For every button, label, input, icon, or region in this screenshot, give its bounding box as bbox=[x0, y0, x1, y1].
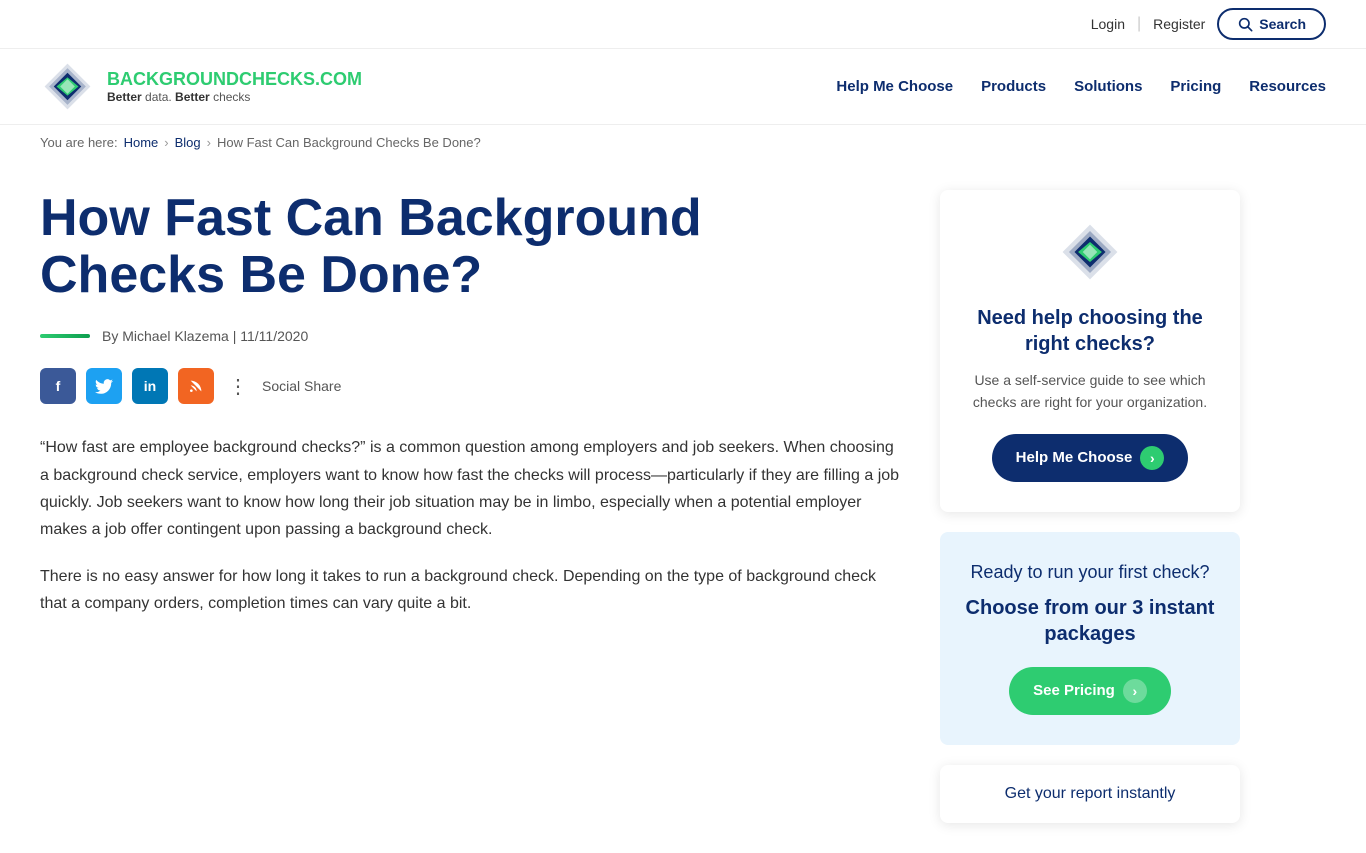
logo-text: BACKGROUNDCHECKS.COM Better data. Better… bbox=[107, 69, 362, 104]
chevron-icon-2: › bbox=[207, 135, 211, 150]
sidebar-card-pricing: Ready to run your first check? Choose fr… bbox=[940, 532, 1240, 745]
article: How Fast Can Background Checks Be Done? … bbox=[40, 190, 900, 823]
logo-icon bbox=[40, 59, 95, 114]
sidebar-card2-heading: Choose from our 3 instant packages bbox=[964, 595, 1216, 647]
top-bar: Login | Register Search bbox=[0, 0, 1366, 49]
facebook-share-button[interactable]: f bbox=[40, 368, 76, 404]
search-button[interactable]: Search bbox=[1217, 8, 1326, 40]
header: BACKGROUNDCHECKS.COM Better data. Better… bbox=[0, 49, 1366, 125]
sidebar-card1-body: Use a self-service guide to see which ch… bbox=[964, 369, 1216, 414]
linkedin-share-button[interactable]: in bbox=[132, 368, 168, 404]
chevron-icon: › bbox=[164, 135, 168, 150]
twitter-share-button[interactable] bbox=[86, 368, 122, 404]
rss-icon bbox=[188, 378, 204, 394]
article-meta-text: By Michael Klazema | 11/11/2020 bbox=[102, 328, 308, 344]
nav-resources[interactable]: Resources bbox=[1249, 78, 1326, 95]
nav-help-me-choose[interactable]: Help Me Choose bbox=[836, 78, 953, 95]
social-share-label: Social Share bbox=[262, 378, 341, 394]
nav-solutions[interactable]: Solutions bbox=[1074, 78, 1142, 95]
see-pricing-label: See Pricing bbox=[1033, 682, 1115, 699]
rss-share-button[interactable] bbox=[178, 368, 214, 404]
social-share: f in ⋮ Social Share bbox=[40, 368, 900, 404]
breadcrumb-blog[interactable]: Blog bbox=[175, 135, 201, 150]
sidebar-card3: Get your report instantly bbox=[940, 765, 1240, 823]
sidebar: Need help choosing the right checks? Use… bbox=[940, 190, 1240, 823]
separator: | bbox=[1137, 15, 1141, 33]
register-link[interactable]: Register bbox=[1153, 16, 1205, 32]
see-pricing-button[interactable]: See Pricing › bbox=[1009, 667, 1171, 715]
more-options-button[interactable]: ⋮ bbox=[224, 372, 252, 400]
login-link[interactable]: Login bbox=[1091, 16, 1125, 32]
nav-pricing[interactable]: Pricing bbox=[1170, 78, 1221, 95]
logo-area: BACKGROUNDCHECKS.COM Better data. Better… bbox=[40, 59, 362, 114]
sidebar-card1-heading: Need help choosing the right checks? bbox=[964, 305, 1216, 357]
breadcrumb-home[interactable]: Home bbox=[124, 135, 159, 150]
breadcrumb-current: How Fast Can Background Checks Be Done? bbox=[217, 135, 481, 150]
article-meta: By Michael Klazema | 11/11/2020 bbox=[40, 328, 900, 344]
article-paragraph-1: “How fast are employee background checks… bbox=[40, 434, 900, 543]
help-me-choose-button[interactable]: Help Me Choose › bbox=[992, 434, 1189, 482]
article-paragraph-2: There is no easy answer for how long it … bbox=[40, 563, 900, 617]
tagline: Better data. Better checks bbox=[107, 90, 362, 104]
nav-products[interactable]: Products bbox=[981, 78, 1046, 95]
breadcrumb-prefix: You are here: bbox=[40, 135, 118, 150]
meta-line bbox=[40, 334, 90, 338]
tagline-data: data. bbox=[142, 90, 175, 104]
twitter-icon bbox=[95, 379, 113, 394]
sidebar-card2-ready: Ready to run your first check? bbox=[964, 562, 1216, 583]
brand-part2: CHECKS.COM bbox=[239, 69, 362, 89]
main-content: How Fast Can Background Checks Be Done? … bbox=[0, 160, 1366, 853]
main-nav: Help Me Choose Products Solutions Pricin… bbox=[836, 78, 1326, 95]
help-me-choose-label: Help Me Choose bbox=[1016, 449, 1133, 466]
search-icon bbox=[1237, 16, 1253, 32]
see-pricing-arrow-icon: › bbox=[1123, 679, 1147, 703]
breadcrumb: You are here: Home › Blog › How Fast Can… bbox=[0, 125, 1366, 160]
search-label: Search bbox=[1259, 16, 1306, 32]
sidebar-card-help: Need help choosing the right checks? Use… bbox=[940, 190, 1240, 512]
sidebar-card3-text: Get your report instantly bbox=[964, 785, 1216, 803]
article-title: How Fast Can Background Checks Be Done? bbox=[40, 190, 900, 304]
help-me-choose-arrow-icon: › bbox=[1140, 446, 1164, 470]
tagline-better1: Better bbox=[107, 90, 142, 104]
tagline-better2: Better bbox=[175, 90, 210, 104]
brand-name: BACKGROUNDCHECKS.COM bbox=[107, 69, 362, 90]
article-body: “How fast are employee background checks… bbox=[40, 434, 900, 617]
tagline-checks: checks bbox=[210, 90, 251, 104]
brand-part1: BACKGROUND bbox=[107, 69, 239, 89]
sidebar-diamond-icon bbox=[1058, 220, 1122, 284]
